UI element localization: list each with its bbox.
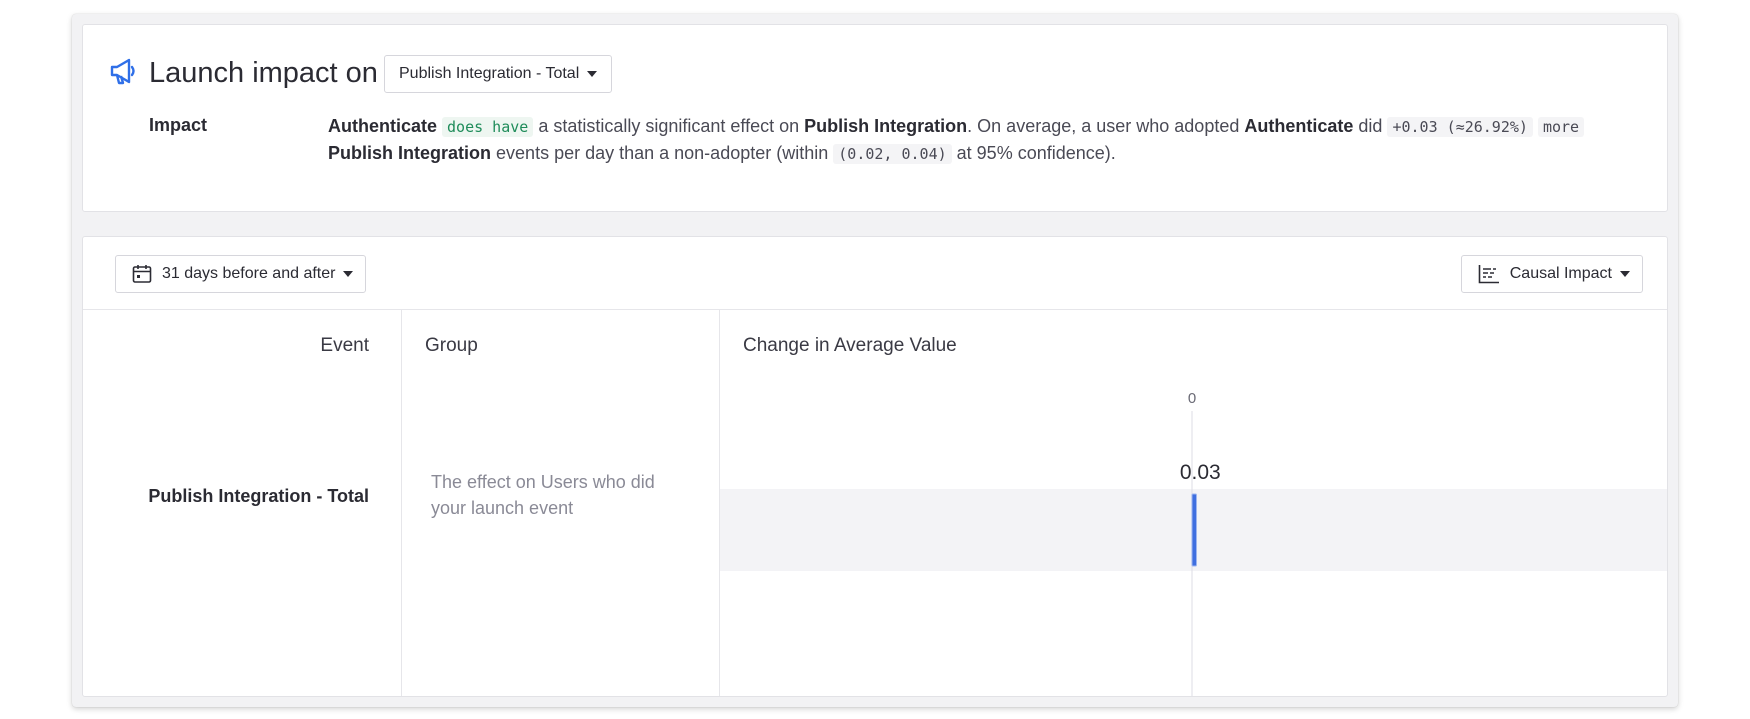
confidence-interval: (0.02, 0.04) (833, 144, 952, 164)
launch-event-name: Authenticate (328, 116, 438, 136)
impact-text-part: . On average, a user who adopted (967, 116, 1240, 136)
metric-name: Publish Integration (328, 143, 492, 163)
impact-description: Authenticate does have a statistically s… (328, 113, 1648, 167)
metric-name: Publish Integration (804, 116, 968, 136)
date-range-label: 31 days before and after (162, 265, 336, 282)
data-label: 0.03 (1180, 461, 1221, 484)
metric-dropdown-label: Publish Integration - Total (399, 65, 580, 82)
impact-text-part: a statistically significant effect on (538, 116, 800, 136)
visualization-dropdown[interactable]: Causal Impact (1460, 255, 1643, 293)
effect-value: +0.03 (≈26.92%) (1387, 117, 1533, 137)
metric-dropdown[interactable]: Publish Integration - Total (384, 55, 613, 93)
launch-event-name: Authenticate (1244, 116, 1354, 136)
chevron-down-icon (587, 71, 598, 77)
chart-type-icon (1478, 265, 1499, 284)
column-divider (401, 309, 402, 696)
impact-summary-card: Launch impact on Publish Integration - T… (82, 24, 1668, 212)
calendar-icon (132, 265, 152, 283)
date-range-dropdown[interactable]: 31 days before and after (115, 255, 367, 293)
impact-text-part: at 95% confidence). (956, 143, 1116, 163)
zero-tick-label: 0 (1188, 390, 1196, 407)
group-description: The effect on Users who did your launch … (431, 472, 655, 518)
event-column-header: Event (320, 335, 369, 356)
results-card: 31 days before and after Causal Impact E… (82, 236, 1668, 697)
chevron-down-icon (1620, 271, 1630, 277)
change-chart: 0 0.03 (716, 337, 1667, 696)
group-column-header: Group (425, 335, 478, 356)
visualization-label: Causal Impact (1509, 265, 1612, 282)
event-name: Publish Integration - Total (148, 486, 369, 506)
page-title: Launch impact on (149, 57, 378, 89)
megaphone-icon (110, 58, 135, 85)
effect-bar (1191, 493, 1197, 567)
impact-text-part: events per day than a non-adopter (withi… (496, 143, 829, 163)
results-toolbar: 31 days before and after Causal Impact (83, 237, 1667, 310)
impact-text-part: did (1358, 116, 1383, 136)
chevron-down-icon (343, 271, 354, 277)
significance-verdict: does have (442, 117, 534, 137)
impact-label: Impact (149, 115, 208, 135)
effect-direction: more (1537, 117, 1585, 137)
